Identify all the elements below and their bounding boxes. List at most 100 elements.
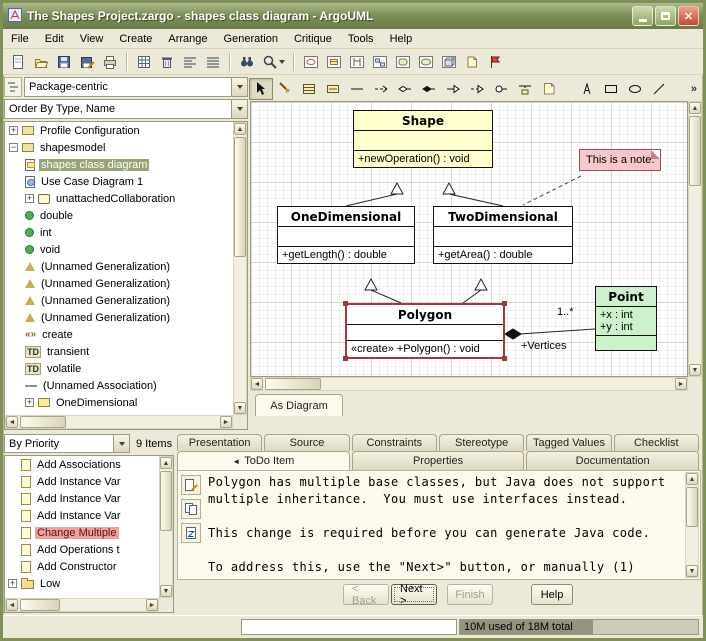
todo-horizontal-scrollbar[interactable]: ◄ ► xyxy=(5,598,159,612)
menu-edit[interactable]: Edit xyxy=(37,29,72,49)
combo-arrow-icon[interactable] xyxy=(113,435,129,452)
uml-note[interactable]: This is a note. xyxy=(579,149,661,171)
scroll-up-button[interactable]: ▲ xyxy=(234,123,246,135)
save-project-as-button[interactable] xyxy=(75,51,98,73)
tree-item[interactable]: +unattachedCollaboration xyxy=(5,190,233,207)
remove-from-diagram-button[interactable] xyxy=(155,51,178,73)
todo-item[interactable]: Add Instance Var xyxy=(5,507,159,524)
new-sequence-diagram-button[interactable] xyxy=(345,51,368,73)
new-deployment-diagram-button[interactable] xyxy=(437,51,460,73)
object-tool-button[interactable] xyxy=(321,78,345,100)
explorer-vertical-scrollbar[interactable]: ▲ ▼ xyxy=(233,122,247,415)
menu-tools[interactable]: Tools xyxy=(340,29,382,49)
todo-text-vertical-scrollbar[interactable]: ▲ ▼ xyxy=(685,472,699,578)
tree-item[interactable]: double xyxy=(5,207,233,224)
scrollbar-thumb[interactable] xyxy=(689,116,701,186)
todo-item[interactable]: Add Operations t xyxy=(5,541,159,558)
menu-critique[interactable]: Critique xyxy=(286,29,340,49)
generalization-tool-button[interactable] xyxy=(441,78,465,100)
status-field[interactable] xyxy=(241,619,457,635)
ellipse-tool-button[interactable] xyxy=(623,78,647,100)
print-button[interactable] xyxy=(98,51,121,73)
new-project-button[interactable] xyxy=(6,51,29,73)
scroll-left-button[interactable]: ◄ xyxy=(251,378,263,390)
expand-toggle[interactable]: + xyxy=(8,579,17,588)
zoom-button[interactable] xyxy=(258,51,288,73)
menu-generation[interactable]: Generation xyxy=(216,29,286,49)
new-activity-diagram-button[interactable] xyxy=(414,51,437,73)
tree-item[interactable]: (Unnamed Generalization) xyxy=(5,275,233,292)
scroll-left-button[interactable]: ◄ xyxy=(6,416,18,428)
scrollbar-track[interactable] xyxy=(263,378,675,390)
text-tool-button[interactable] xyxy=(575,78,599,100)
todo-item[interactable]: Add Instance Var xyxy=(5,473,159,490)
open-project-button[interactable] xyxy=(29,51,52,73)
combo-arrow-icon[interactable] xyxy=(231,78,247,96)
scroll-up-button[interactable]: ▲ xyxy=(686,473,698,485)
select-tool-button[interactable] xyxy=(249,78,273,100)
todo-item-selected[interactable]: Change Multiple xyxy=(5,524,159,541)
todo-item[interactable]: Add Constructor xyxy=(5,558,159,575)
scrollbar-track[interactable] xyxy=(689,114,701,364)
help-button[interactable]: Help xyxy=(531,584,573,605)
uml-class-shape[interactable]: Shape +newOperation() : void xyxy=(353,110,493,168)
diagram-canvas[interactable]: Shape +newOperation() : void OneDimensio… xyxy=(250,101,688,377)
interface-tool-button[interactable] xyxy=(489,78,513,100)
scroll-down-button[interactable]: ▼ xyxy=(160,585,172,597)
tree-item[interactable]: (Unnamed Generalization) xyxy=(5,309,233,326)
tab-properties[interactable]: Properties xyxy=(352,451,525,470)
scrollbar-thumb[interactable] xyxy=(265,378,321,390)
configure-perspectives-button[interactable] xyxy=(4,77,22,97)
close-button[interactable]: ✕ xyxy=(678,6,699,26)
perspective-combo[interactable]: Package-centric xyxy=(24,77,248,97)
resolve-item-button[interactable] xyxy=(181,499,201,519)
realization-tool-button[interactable] xyxy=(465,78,489,100)
ordering-combo[interactable]: Order By Type, Name xyxy=(4,99,248,119)
next-button[interactable]: Next > xyxy=(391,584,437,605)
back-button[interactable]: < Back xyxy=(343,584,389,605)
tree-item[interactable]: TDvolatile xyxy=(5,360,233,377)
tab-as-diagram[interactable]: As Diagram xyxy=(255,394,343,416)
new-class-diagram-button[interactable] xyxy=(322,51,345,73)
minimize-button[interactable] xyxy=(632,6,653,26)
combo-arrow-icon[interactable] xyxy=(231,100,247,118)
tree-item[interactable]: int xyxy=(5,224,233,241)
menu-help[interactable]: Help xyxy=(382,29,421,49)
menu-create[interactable]: Create xyxy=(111,29,160,49)
maximize-button[interactable] xyxy=(655,6,676,26)
aggregation-tool-button[interactable] xyxy=(393,78,417,100)
scrollbar-thumb[interactable] xyxy=(160,471,172,531)
todo-item[interactable]: Add Associations xyxy=(5,456,159,473)
scrollbar-thumb[interactable] xyxy=(20,416,66,428)
uml-class-polygon-selected[interactable]: Polygon «create» +Polygon() : void xyxy=(345,303,505,359)
select-all-button[interactable] xyxy=(132,51,155,73)
tree-item[interactable]: −shapesmodel xyxy=(5,139,233,156)
association-tool-button[interactable] xyxy=(345,78,369,100)
todo-filter-combo[interactable]: By Priority xyxy=(4,434,130,453)
note-tool-button[interactable] xyxy=(537,78,561,100)
class-tool-button[interactable] xyxy=(297,78,321,100)
tree-item[interactable]: (Unnamed Generalization) xyxy=(5,292,233,309)
toolbar-overflow-button[interactable]: » xyxy=(685,83,703,95)
canvas-horizontal-scrollbar[interactable]: ◄ ► xyxy=(250,377,688,391)
todo-item-text[interactable]: Polygon has multiple base classes, but J… xyxy=(208,474,684,576)
new-todo-button[interactable] xyxy=(181,475,201,495)
new-todo-item-button[interactable] xyxy=(483,51,506,73)
tab-checklist[interactable]: Checklist xyxy=(614,434,699,451)
tree-item[interactable]: (Unnamed Association) xyxy=(5,377,233,394)
scrollbar-track[interactable] xyxy=(18,599,146,611)
explorer-horizontal-scrollbar[interactable]: ◄ ► xyxy=(5,415,233,429)
menu-arrange[interactable]: Arrange xyxy=(160,29,215,49)
expand-toggle[interactable]: + xyxy=(25,194,34,203)
menu-view[interactable]: View xyxy=(72,29,112,49)
scrollbar-thumb[interactable] xyxy=(234,137,246,257)
canvas-vertical-scrollbar[interactable]: ▲ ▼ xyxy=(688,101,702,377)
selection-handle[interactable] xyxy=(343,356,348,361)
todo-item[interactable]: Add Instance Var xyxy=(5,490,159,507)
tab-tagged-values[interactable]: Tagged Values xyxy=(526,434,611,451)
new-collaboration-diagram-button[interactable] xyxy=(368,51,391,73)
uml-class-point[interactable]: Point +x : int +y : int xyxy=(595,286,657,351)
scroll-right-button[interactable]: ► xyxy=(220,416,232,428)
menu-file[interactable]: File xyxy=(3,29,37,49)
tab-todo-item[interactable]: ◄ToDo Item xyxy=(177,451,350,470)
